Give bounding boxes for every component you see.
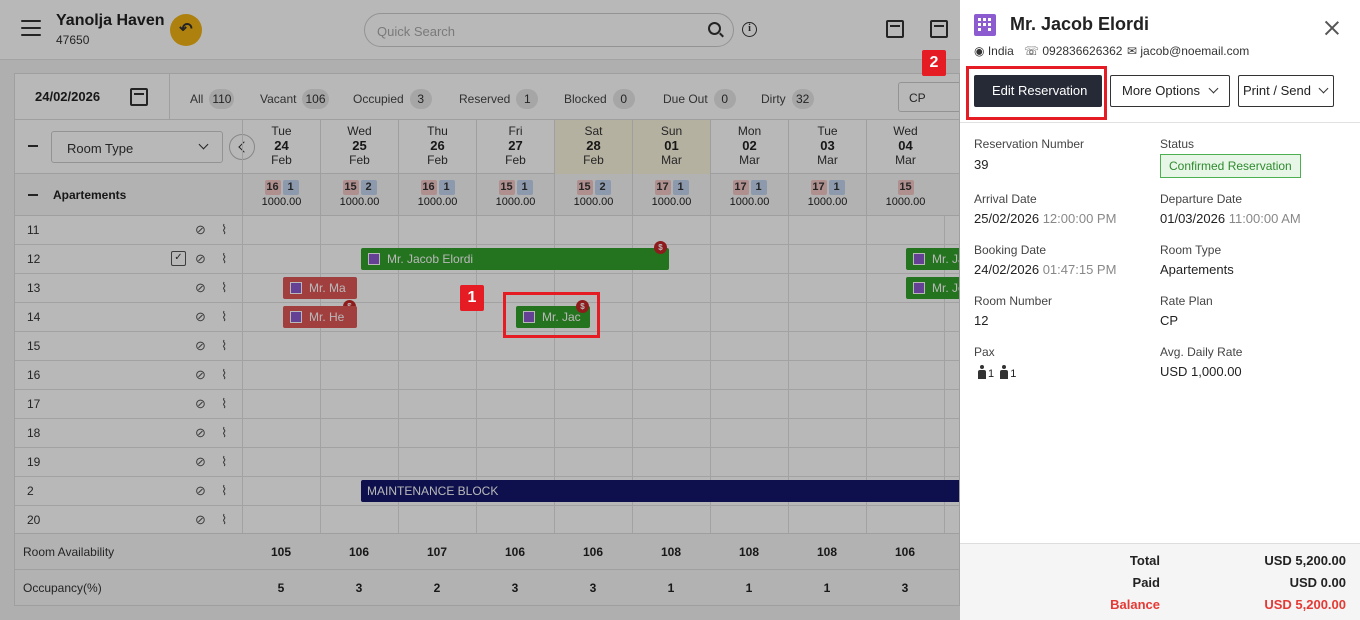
arrival-date: 25/02/2026 12:00:00 PM	[974, 211, 1117, 226]
room-number-label: Room Number	[974, 294, 1053, 308]
guest-email: ✉ jacob@noemail.com	[1127, 44, 1250, 58]
child-icon	[1000, 365, 1009, 379]
avg-daily-rate-label: Avg. Daily Rate	[1160, 345, 1243, 359]
pax-label: Pax	[974, 345, 995, 359]
total-label: Total	[1129, 553, 1160, 568]
print-send-button[interactable]: Print / Send	[1238, 75, 1334, 107]
chevron-down-icon	[1318, 83, 1329, 94]
paid-label: Paid	[1132, 575, 1160, 590]
guest-name: Mr. Jacob Elordi	[1010, 14, 1150, 34]
avg-daily-rate-value: USD 1,000.00	[1160, 364, 1242, 379]
divider	[960, 122, 1360, 123]
balance-label: Balance	[1110, 597, 1160, 612]
room-type-label: Room Type	[1160, 243, 1222, 257]
balance-value: USD 5,200.00	[1264, 597, 1346, 612]
callout-highlight-edit	[966, 66, 1107, 120]
callout-highlight-booking	[503, 292, 600, 338]
pax-value: 1 1	[978, 365, 1016, 380]
chevron-down-icon	[1208, 83, 1219, 94]
more-options-button[interactable]: More Options	[1110, 75, 1230, 107]
callout-number-1: 1	[460, 285, 484, 311]
building-icon	[974, 14, 996, 36]
departure-date-label: Departure Date	[1160, 192, 1243, 206]
rate-plan-value: CP	[1160, 313, 1179, 328]
status-label: Status	[1160, 137, 1195, 151]
status-badge: Confirmed Reservation	[1160, 154, 1301, 178]
room-type-value: Apartements	[1160, 262, 1234, 277]
arrival-date-label: Arrival Date	[974, 192, 1037, 206]
adult-icon	[978, 365, 986, 379]
paid-value: USD 0.00	[1289, 575, 1346, 590]
totals-section: Total USD 5,200.00 Paid USD 0.00 Balance…	[960, 543, 1360, 620]
booking-date-label: Booking Date	[974, 243, 1047, 257]
guest-country: ◉ India	[974, 44, 1014, 58]
close-icon[interactable]	[1324, 20, 1340, 36]
total-value: USD 5,200.00	[1264, 553, 1346, 568]
callout-number-2: 2	[922, 50, 946, 76]
reservation-number: 39	[974, 157, 989, 172]
booking-date: 24/02/2026 01:47:15 PM	[974, 262, 1117, 277]
guest-phone: ☏ 092836626362	[1024, 44, 1123, 58]
departure-date: 01/03/2026 11:00:00 AM	[1160, 211, 1301, 226]
rate-plan-label: Rate Plan	[1160, 294, 1213, 308]
reservation-number-label: Reservation Number	[974, 137, 1085, 151]
room-number-value: 12	[974, 313, 989, 328]
